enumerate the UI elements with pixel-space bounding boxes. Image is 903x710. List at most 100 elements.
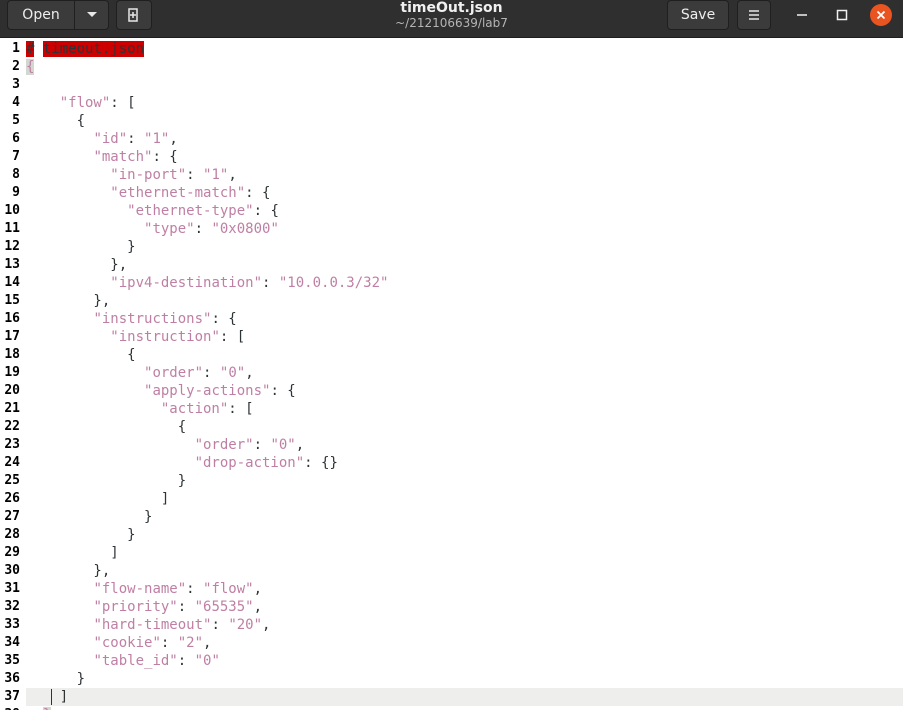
code-line[interactable]: "instructions": { <box>26 310 903 328</box>
code-line[interactable]: { <box>26 58 903 76</box>
punctuation-token <box>26 329 110 345</box>
main-menu-button[interactable] <box>737 0 771 30</box>
line-number: 14 <box>4 275 20 290</box>
punctuation-token <box>26 203 127 219</box>
string-token: "action" <box>160 401 229 417</box>
code-line[interactable]: "instruction": [ <box>26 328 903 346</box>
code-line[interactable]: "order": "0", <box>26 436 903 454</box>
code-line[interactable]: "id": "1", <box>26 130 903 148</box>
open-menu-button[interactable] <box>74 0 109 30</box>
code-line[interactable]: ] <box>26 544 903 562</box>
code-line[interactable]: } <box>26 526 903 544</box>
code-line[interactable]: "flow-name": "flow", <box>26 580 903 598</box>
code-line[interactable]: "in-port": "1", <box>26 166 903 184</box>
code-line[interactable]: "ethernet-type": { <box>26 202 903 220</box>
line-number: 17 <box>4 329 20 344</box>
code-line[interactable]: ] <box>26 688 903 706</box>
code-view[interactable]: # timeout.json{ "flow": [ { "id": "1", "… <box>26 39 903 710</box>
code-line[interactable]: "cookie": "2", <box>26 634 903 652</box>
line-number: 9 <box>12 185 20 200</box>
code-line[interactable]: } <box>26 670 903 688</box>
save-button[interactable]: Save <box>667 0 729 30</box>
string-token: "0" <box>194 653 220 669</box>
line-number: 3 <box>12 77 20 92</box>
code-line[interactable]: }, <box>26 292 903 310</box>
punctuation-token <box>26 653 93 669</box>
string-token: "apply-actions" <box>144 383 271 399</box>
punctuation-token: } <box>26 527 136 543</box>
code-line[interactable]: } <box>26 706 903 710</box>
code-line[interactable]: "hard-timeout": "20", <box>26 616 903 634</box>
code-line[interactable]: "match": { <box>26 148 903 166</box>
punctuation-token: : <box>211 617 229 633</box>
string-token: "drop-action" <box>194 455 305 471</box>
line-number: 27 <box>4 509 20 524</box>
text-editor[interactable]: 1 2 3 4 5 6 7 8 9 10 11 12 13 14 15 16 17 18 19 20 21 22 23 24 2… <box>0 39 903 710</box>
code-line[interactable]: "flow": [ <box>26 94 903 112</box>
code-line[interactable]: } <box>26 238 903 256</box>
string-token: "flow-name" <box>93 581 187 597</box>
string-token: "flow" <box>203 581 254 597</box>
open-button[interactable]: Open <box>7 0 75 30</box>
line-number: 25 <box>4 473 20 488</box>
punctuation-token: : <box>262 275 279 291</box>
code-line[interactable]: "ipv4-destination": "10.0.0.3/32" <box>26 274 903 292</box>
punctuation-token <box>26 617 93 633</box>
code-line[interactable]: # timeout.json <box>26 40 903 58</box>
line-number: 11 <box>4 221 20 236</box>
punctuation-token: : <box>194 221 212 237</box>
punctuation-token: , <box>295 437 305 453</box>
string-token: "type" <box>144 221 195 237</box>
string-token: "hard-timeout" <box>93 617 212 633</box>
new-tab-button[interactable] <box>116 0 152 30</box>
punctuation-token: { <box>26 113 86 129</box>
string-token: "priority" <box>93 599 178 615</box>
line-number: 29 <box>4 545 20 560</box>
punctuation-token: }, <box>26 293 111 309</box>
punctuation-token: : <box>160 635 178 651</box>
code-line[interactable]: ] <box>26 490 903 508</box>
line-number: 10 <box>4 203 20 218</box>
string-token: "0" <box>219 365 246 381</box>
text-caret <box>51 689 52 705</box>
minimize-icon <box>797 14 807 16</box>
code-line[interactable]: "type": "0x0800" <box>26 220 903 238</box>
punctuation-token <box>26 275 110 291</box>
code-line[interactable]: "ethernet-match": { <box>26 184 903 202</box>
punctuation-token: : <box>203 365 220 381</box>
code-line[interactable]: "apply-actions": { <box>26 382 903 400</box>
minimize-button[interactable] <box>791 4 813 26</box>
maximize-button[interactable] <box>831 4 853 26</box>
punctuation-token <box>26 167 110 183</box>
code-line[interactable]: "priority": "65535", <box>26 598 903 616</box>
string-token: "instructions" <box>93 311 212 327</box>
punctuation-token: : [ <box>228 401 254 417</box>
code-line[interactable] <box>26 76 903 94</box>
code-line[interactable]: "table_id": "0" <box>26 652 903 670</box>
line-number: 30 <box>4 563 20 578</box>
code-line[interactable]: { <box>26 112 903 130</box>
punctuation-token: ] <box>26 491 170 507</box>
punctuation-token: : [ <box>219 329 246 345</box>
code-line[interactable]: "action": [ <box>26 400 903 418</box>
line-number: 21 <box>4 401 20 416</box>
punctuation-token: : { <box>245 185 271 201</box>
string-token: "1" <box>144 131 170 147</box>
code-line[interactable]: } <box>26 472 903 490</box>
punctuation-token: : { <box>253 203 279 219</box>
code-line[interactable]: "order": "0", <box>26 364 903 382</box>
code-line[interactable]: } <box>26 508 903 526</box>
punctuation-token <box>26 365 144 381</box>
close-button[interactable] <box>870 4 892 26</box>
code-line[interactable]: }, <box>26 256 903 274</box>
line-number: 20 <box>4 383 20 398</box>
code-line[interactable]: { <box>26 346 903 364</box>
punctuation-token <box>26 599 93 615</box>
string-token: "table_id" <box>93 653 178 669</box>
code-line[interactable]: { <box>26 418 903 436</box>
code-line[interactable]: }, <box>26 562 903 580</box>
code-line[interactable]: "drop-action": {} <box>26 454 903 472</box>
punctuation-token: { <box>26 419 187 435</box>
punctuation-token <box>26 401 161 417</box>
line-number: 26 <box>4 491 20 506</box>
